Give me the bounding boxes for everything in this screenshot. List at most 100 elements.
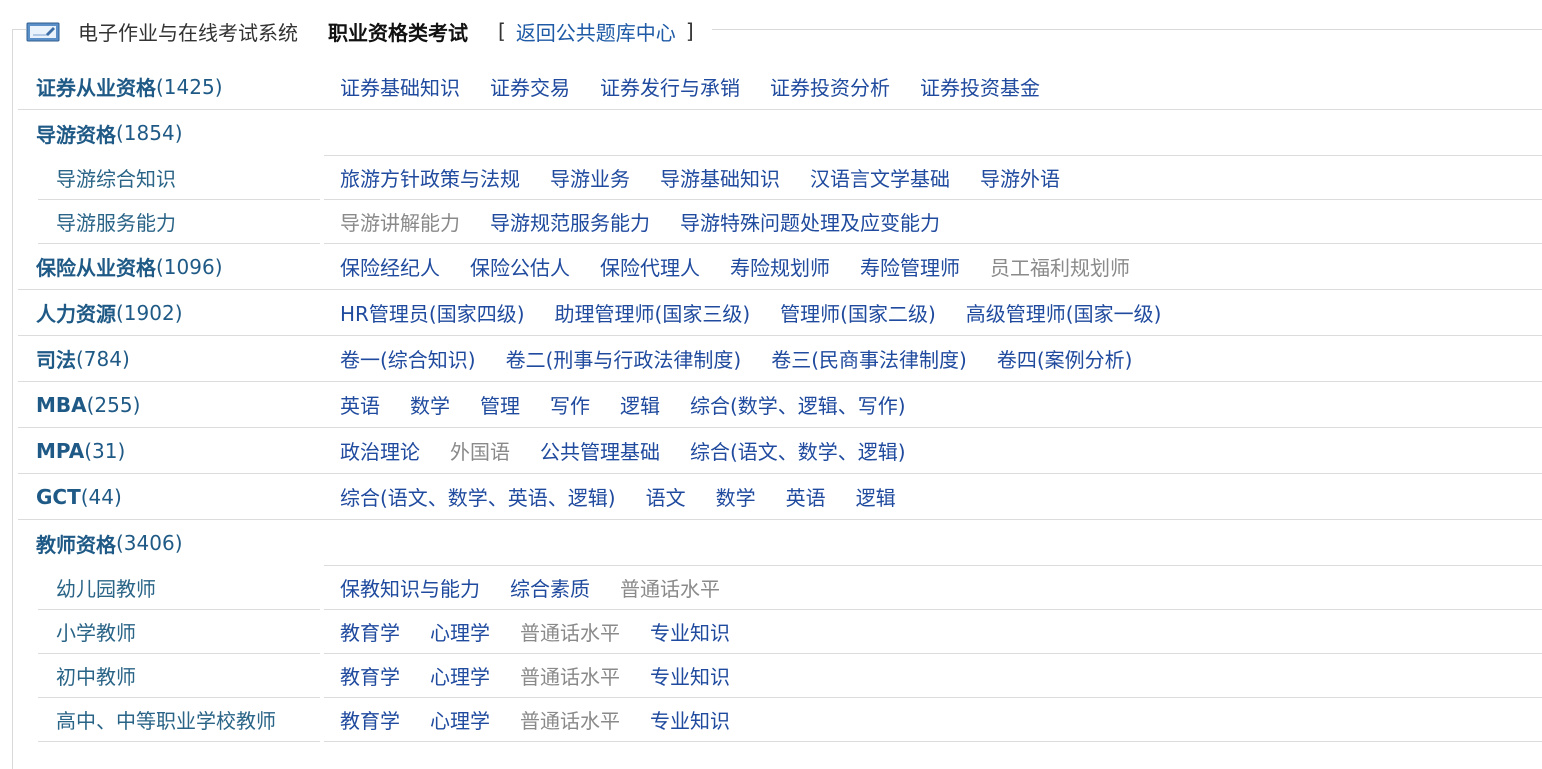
exam-subject-disabled: 普通话水平 bbox=[520, 617, 620, 646]
exam-subject-link[interactable]: 管理 bbox=[480, 390, 520, 419]
subcategory-row: 幼儿园教师 保教知识与能力 综合素质 普通话水平 bbox=[18, 566, 1542, 610]
row-label-cell: 导游服务能力 bbox=[38, 200, 320, 244]
exam-subject-link[interactable]: 卷三(民商事法律制度) bbox=[771, 344, 967, 373]
exam-subject-link[interactable]: 证券交易 bbox=[490, 72, 570, 101]
category-name: MPA bbox=[36, 439, 84, 463]
category-count: (1902) bbox=[116, 301, 183, 325]
row-label-cell: 小学教师 bbox=[38, 610, 320, 654]
row-links-cell: 英语 数学 管理 写作 逻辑 综合(数学、逻辑、写作) bbox=[324, 382, 1542, 427]
subcategory-row: 高中、中等职业学校教师教育学心理学普通话水平专业知识 bbox=[18, 698, 1542, 742]
row-label-cell: 初中教师 bbox=[38, 654, 320, 698]
subcategory-name: 高中、中等职业学校教师 bbox=[56, 705, 276, 734]
subcategory-name: 小学教师 bbox=[56, 617, 136, 646]
exam-subject-link[interactable]: 心理学 bbox=[430, 617, 490, 646]
row-label-cell: MBA(255) bbox=[18, 382, 324, 427]
exam-subject-link[interactable]: 保险经纪人 bbox=[340, 252, 440, 281]
subcategory-row: 导游服务能力 导游讲解能力 导游规范服务能力 导游特殊问题处理及应变能力 bbox=[18, 200, 1542, 244]
exam-subject-link[interactable]: 助理管理师(国家三级) bbox=[555, 298, 751, 327]
category-name: 证券从业资格 bbox=[36, 72, 156, 101]
row-label-cell: 导游资格(1854) bbox=[18, 110, 324, 156]
exam-subject-link[interactable]: 导游外语 bbox=[980, 163, 1060, 192]
exam-subject-link[interactable]: 政治理论 bbox=[340, 436, 420, 465]
exam-subject-link[interactable]: HR管理员(国家四级) bbox=[340, 298, 525, 327]
exam-subject-link[interactable]: 高级管理师(国家一级) bbox=[966, 298, 1162, 327]
exam-subject-link[interactable]: 数学 bbox=[716, 482, 756, 511]
exam-subject-link[interactable]: 证券基础知识 bbox=[340, 72, 460, 101]
row-label-cell: 导游综合知识 bbox=[38, 156, 320, 200]
row-links-cell: 保险经纪人保险公估人保险代理人寿险规划师寿险管理师员工福利规划师 bbox=[324, 244, 1542, 289]
bracket-close: ] bbox=[686, 19, 694, 43]
exam-subject-disabled: 普通话水平 bbox=[620, 573, 720, 602]
category-name: 司法 bbox=[36, 344, 76, 373]
exam-subject-link[interactable]: 导游业务 bbox=[550, 163, 630, 192]
category-row: 人力资源(1902) HR管理员(国家四级) 助理管理师(国家三级) 管理师(国家二级… bbox=[18, 290, 1542, 336]
exam-subject-link[interactable]: 语文 bbox=[646, 482, 686, 511]
subcategory-name: 幼儿园教师 bbox=[56, 573, 156, 602]
exam-subject-link[interactable]: 卷一(综合知识) bbox=[340, 344, 476, 373]
subcategory-name: 导游服务能力 bbox=[56, 207, 176, 236]
exam-subject-link[interactable]: 卷四(案例分析) bbox=[997, 344, 1133, 373]
exam-subject-link[interactable]: 证券发行与承销 bbox=[600, 72, 740, 101]
exam-subject-link[interactable]: 导游规范服务能力 bbox=[490, 207, 650, 236]
category-name: 人力资源 bbox=[36, 298, 116, 327]
exam-subject-link[interactable]: 旅游方针政策与法规 bbox=[340, 163, 520, 192]
exam-subject-link[interactable]: 综合(语文、数学、逻辑) bbox=[690, 436, 906, 465]
row-links-cell: 旅游方针政策与法规 导游业务 导游基础知识 汉语言文学基础 导游外语 bbox=[324, 156, 1542, 200]
exam-subject-link[interactable]: 综合素质 bbox=[510, 573, 590, 602]
exam-subject-link[interactable]: 教育学 bbox=[340, 705, 400, 734]
exam-subject-link[interactable]: 英语 bbox=[786, 482, 826, 511]
exam-subject-link[interactable]: 教育学 bbox=[340, 661, 400, 690]
exam-subject-link[interactable]: 保险公估人 bbox=[470, 252, 570, 281]
row-links-cell: 综合(语文、数学、英语、逻辑) 语文 数学 英语 逻辑 bbox=[324, 474, 1542, 519]
exam-subject-link[interactable]: 写作 bbox=[550, 390, 590, 419]
exam-subject-link[interactable]: 逻辑 bbox=[620, 390, 660, 419]
exam-subject-link[interactable]: 管理师(国家二级) bbox=[780, 298, 936, 327]
exam-subject-link[interactable]: 综合(语文、数学、英语、逻辑) bbox=[340, 482, 616, 511]
exam-subject-link[interactable]: 保教知识与能力 bbox=[340, 573, 480, 602]
exam-subject-link[interactable]: 寿险规划师 bbox=[730, 252, 830, 281]
exam-subject-link[interactable]: 导游特殊问题处理及应变能力 bbox=[680, 207, 940, 236]
exam-subject-link[interactable]: 数学 bbox=[410, 390, 450, 419]
row-links-cell: HR管理员(国家四级) 助理管理师(国家三级) 管理师(国家二级) 高级管理师(国家一… bbox=[324, 290, 1542, 335]
category-count: (31) bbox=[84, 439, 125, 463]
row-label-cell: MPA(31) bbox=[18, 428, 324, 473]
row-label-cell: 幼儿园教师 bbox=[38, 566, 320, 610]
exam-subject-link[interactable]: 保险代理人 bbox=[600, 252, 700, 281]
exam-subject-link[interactable]: 证券投资分析 bbox=[770, 72, 890, 101]
exam-subject-link[interactable]: 专业知识 bbox=[650, 661, 730, 690]
exam-subject-link[interactable]: 导游基础知识 bbox=[660, 163, 780, 192]
row-label-cell: 保险从业资格(1096) bbox=[18, 244, 324, 289]
row-links-cell: 教育学心理学普通话水平专业知识 bbox=[324, 654, 1542, 698]
exam-subject-link[interactable]: 专业知识 bbox=[650, 705, 730, 734]
exam-subject-link[interactable]: 逻辑 bbox=[856, 482, 896, 511]
exam-subject-link[interactable]: 公共管理基础 bbox=[540, 436, 660, 465]
exam-subject-link[interactable]: 心理学 bbox=[430, 661, 490, 690]
row-label-cell: GCT(44) bbox=[18, 474, 324, 519]
exam-subject-disabled: 外国语 bbox=[450, 436, 510, 465]
exam-subject-link[interactable]: 证券投资基金 bbox=[920, 72, 1040, 101]
exam-category-list: 证券从业资格(1425)证券基础知识证券交易证券发行与承销证券投资分析证券投资基… bbox=[18, 64, 1542, 742]
return-public-bank-link[interactable]: 返回公共题库中心 bbox=[516, 17, 676, 46]
category-name: 教师资格 bbox=[36, 529, 116, 558]
exam-subject-link[interactable]: 汉语言文学基础 bbox=[810, 163, 950, 192]
category-name: 导游资格 bbox=[36, 119, 116, 148]
category-row: MPA(31) 政治理论 外国语 公共管理基础 综合(语文、数学、逻辑) bbox=[18, 428, 1542, 474]
category-count: (255) bbox=[87, 393, 141, 417]
exam-subject-link[interactable]: 寿险管理师 bbox=[860, 252, 960, 281]
exam-subject-link[interactable]: 综合(数学、逻辑、写作) bbox=[690, 390, 906, 419]
row-label-cell: 高中、中等职业学校教师 bbox=[38, 698, 320, 742]
exam-subject-link[interactable]: 卷二(刑事与行政法律制度) bbox=[506, 344, 742, 373]
exam-subject-link[interactable]: 教育学 bbox=[340, 617, 400, 646]
category-name: 保险从业资格 bbox=[36, 252, 156, 281]
subcategory-row: 导游综合知识旅游方针政策与法规 导游业务 导游基础知识 汉语言文学基础 导游外语 bbox=[18, 156, 1542, 200]
exam-subject-disabled: 导游讲解能力 bbox=[340, 207, 460, 236]
category-count: (3406) bbox=[116, 531, 183, 555]
exam-subject-link[interactable]: 专业知识 bbox=[650, 617, 730, 646]
exam-subject-link[interactable]: 心理学 bbox=[430, 705, 490, 734]
category-row: 证券从业资格(1425)证券基础知识证券交易证券发行与承销证券投资分析证券投资基… bbox=[18, 64, 1542, 110]
page-title: 职业资格类考试 bbox=[328, 17, 468, 46]
subcategory-row: 初中教师教育学心理学普通话水平专业知识 bbox=[18, 654, 1542, 698]
row-label-cell: 教师资格(3406) bbox=[18, 520, 324, 566]
exam-subject-link[interactable]: 英语 bbox=[340, 390, 380, 419]
category-name: MBA bbox=[36, 393, 87, 417]
